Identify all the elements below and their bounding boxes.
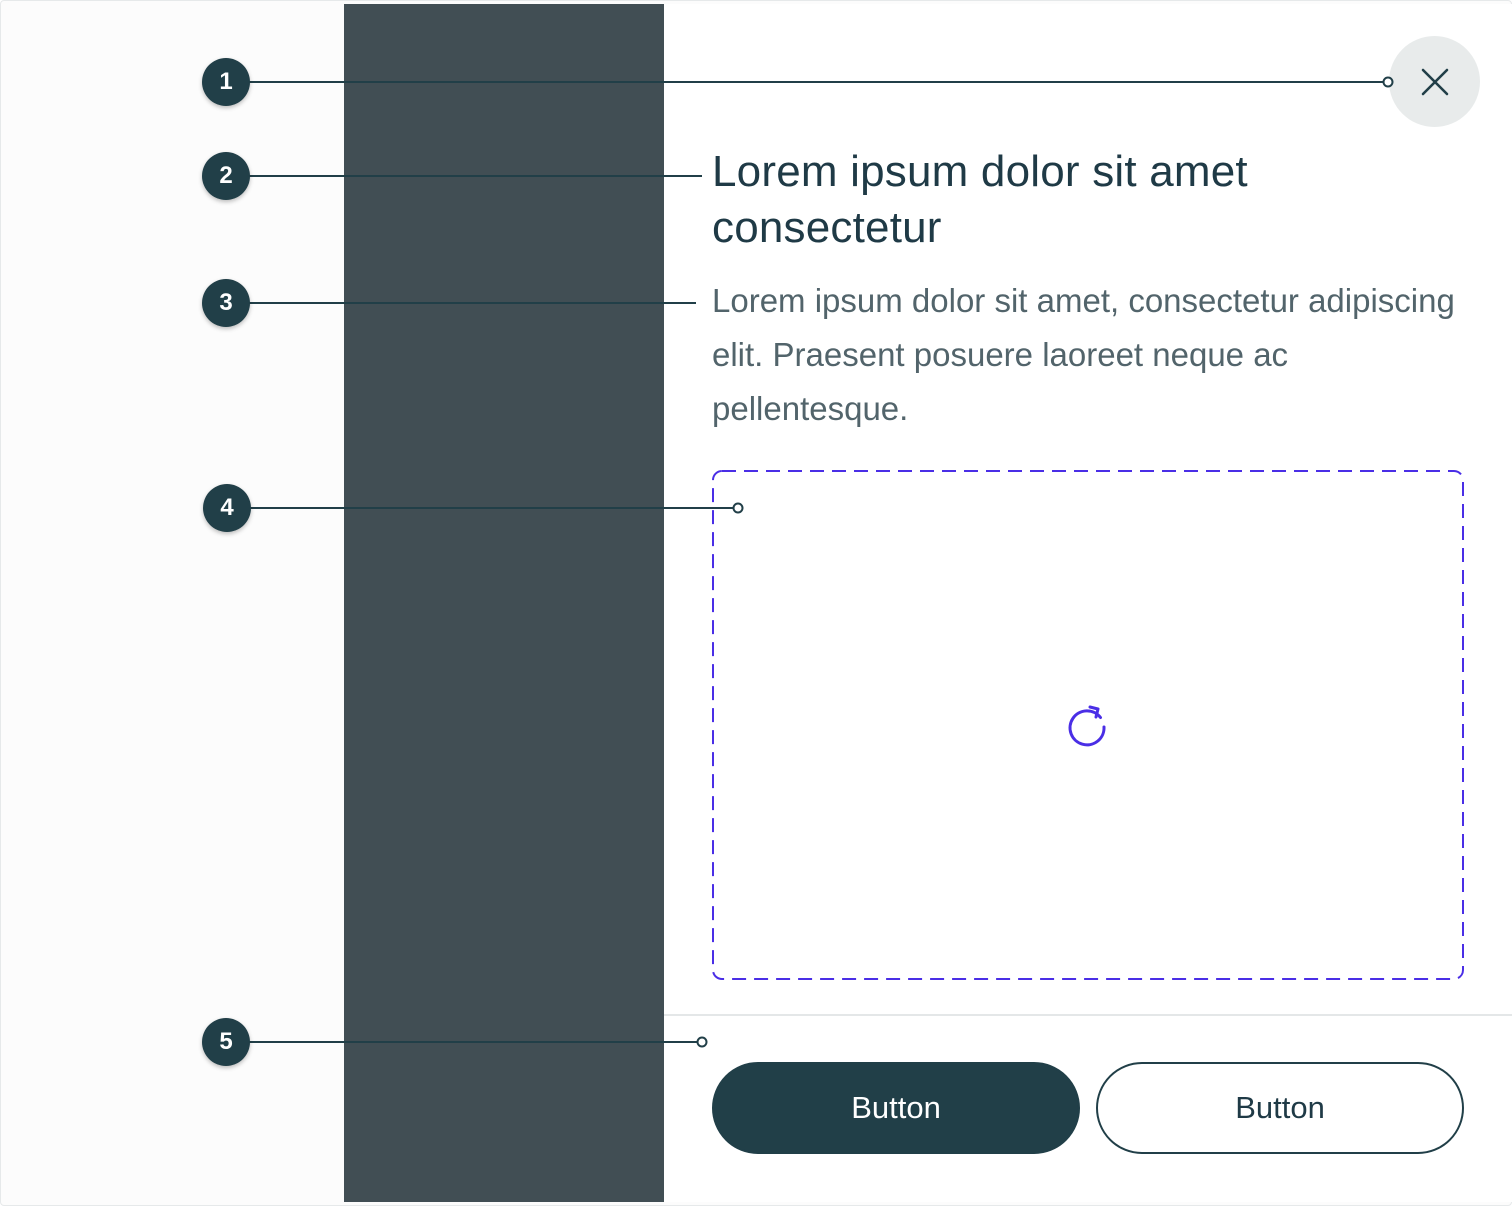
annotation-badge-5: 5 bbox=[202, 1018, 250, 1066]
annotation-badge-3: 3 bbox=[202, 279, 250, 327]
close-icon bbox=[1421, 68, 1448, 95]
close-button[interactable] bbox=[1389, 36, 1480, 127]
annotation-badge-4: 4 bbox=[203, 484, 251, 532]
secondary-button[interactable]: Button bbox=[1096, 1062, 1464, 1154]
modal-overlay bbox=[344, 4, 664, 1202]
annotation-badge-2: 2 bbox=[202, 152, 250, 200]
content-slot bbox=[712, 470, 1464, 980]
panel-title: Lorem ipsum dolor sit amet consectetur bbox=[712, 147, 1248, 252]
annotation-badge-1: 1 bbox=[202, 58, 250, 106]
panel-body-text: Lorem ipsum dolor sit amet, consectetur … bbox=[712, 282, 1455, 427]
primary-button[interactable]: Button bbox=[712, 1062, 1080, 1154]
refresh-icon[interactable] bbox=[1064, 703, 1110, 749]
footer-divider bbox=[664, 1014, 1512, 1016]
